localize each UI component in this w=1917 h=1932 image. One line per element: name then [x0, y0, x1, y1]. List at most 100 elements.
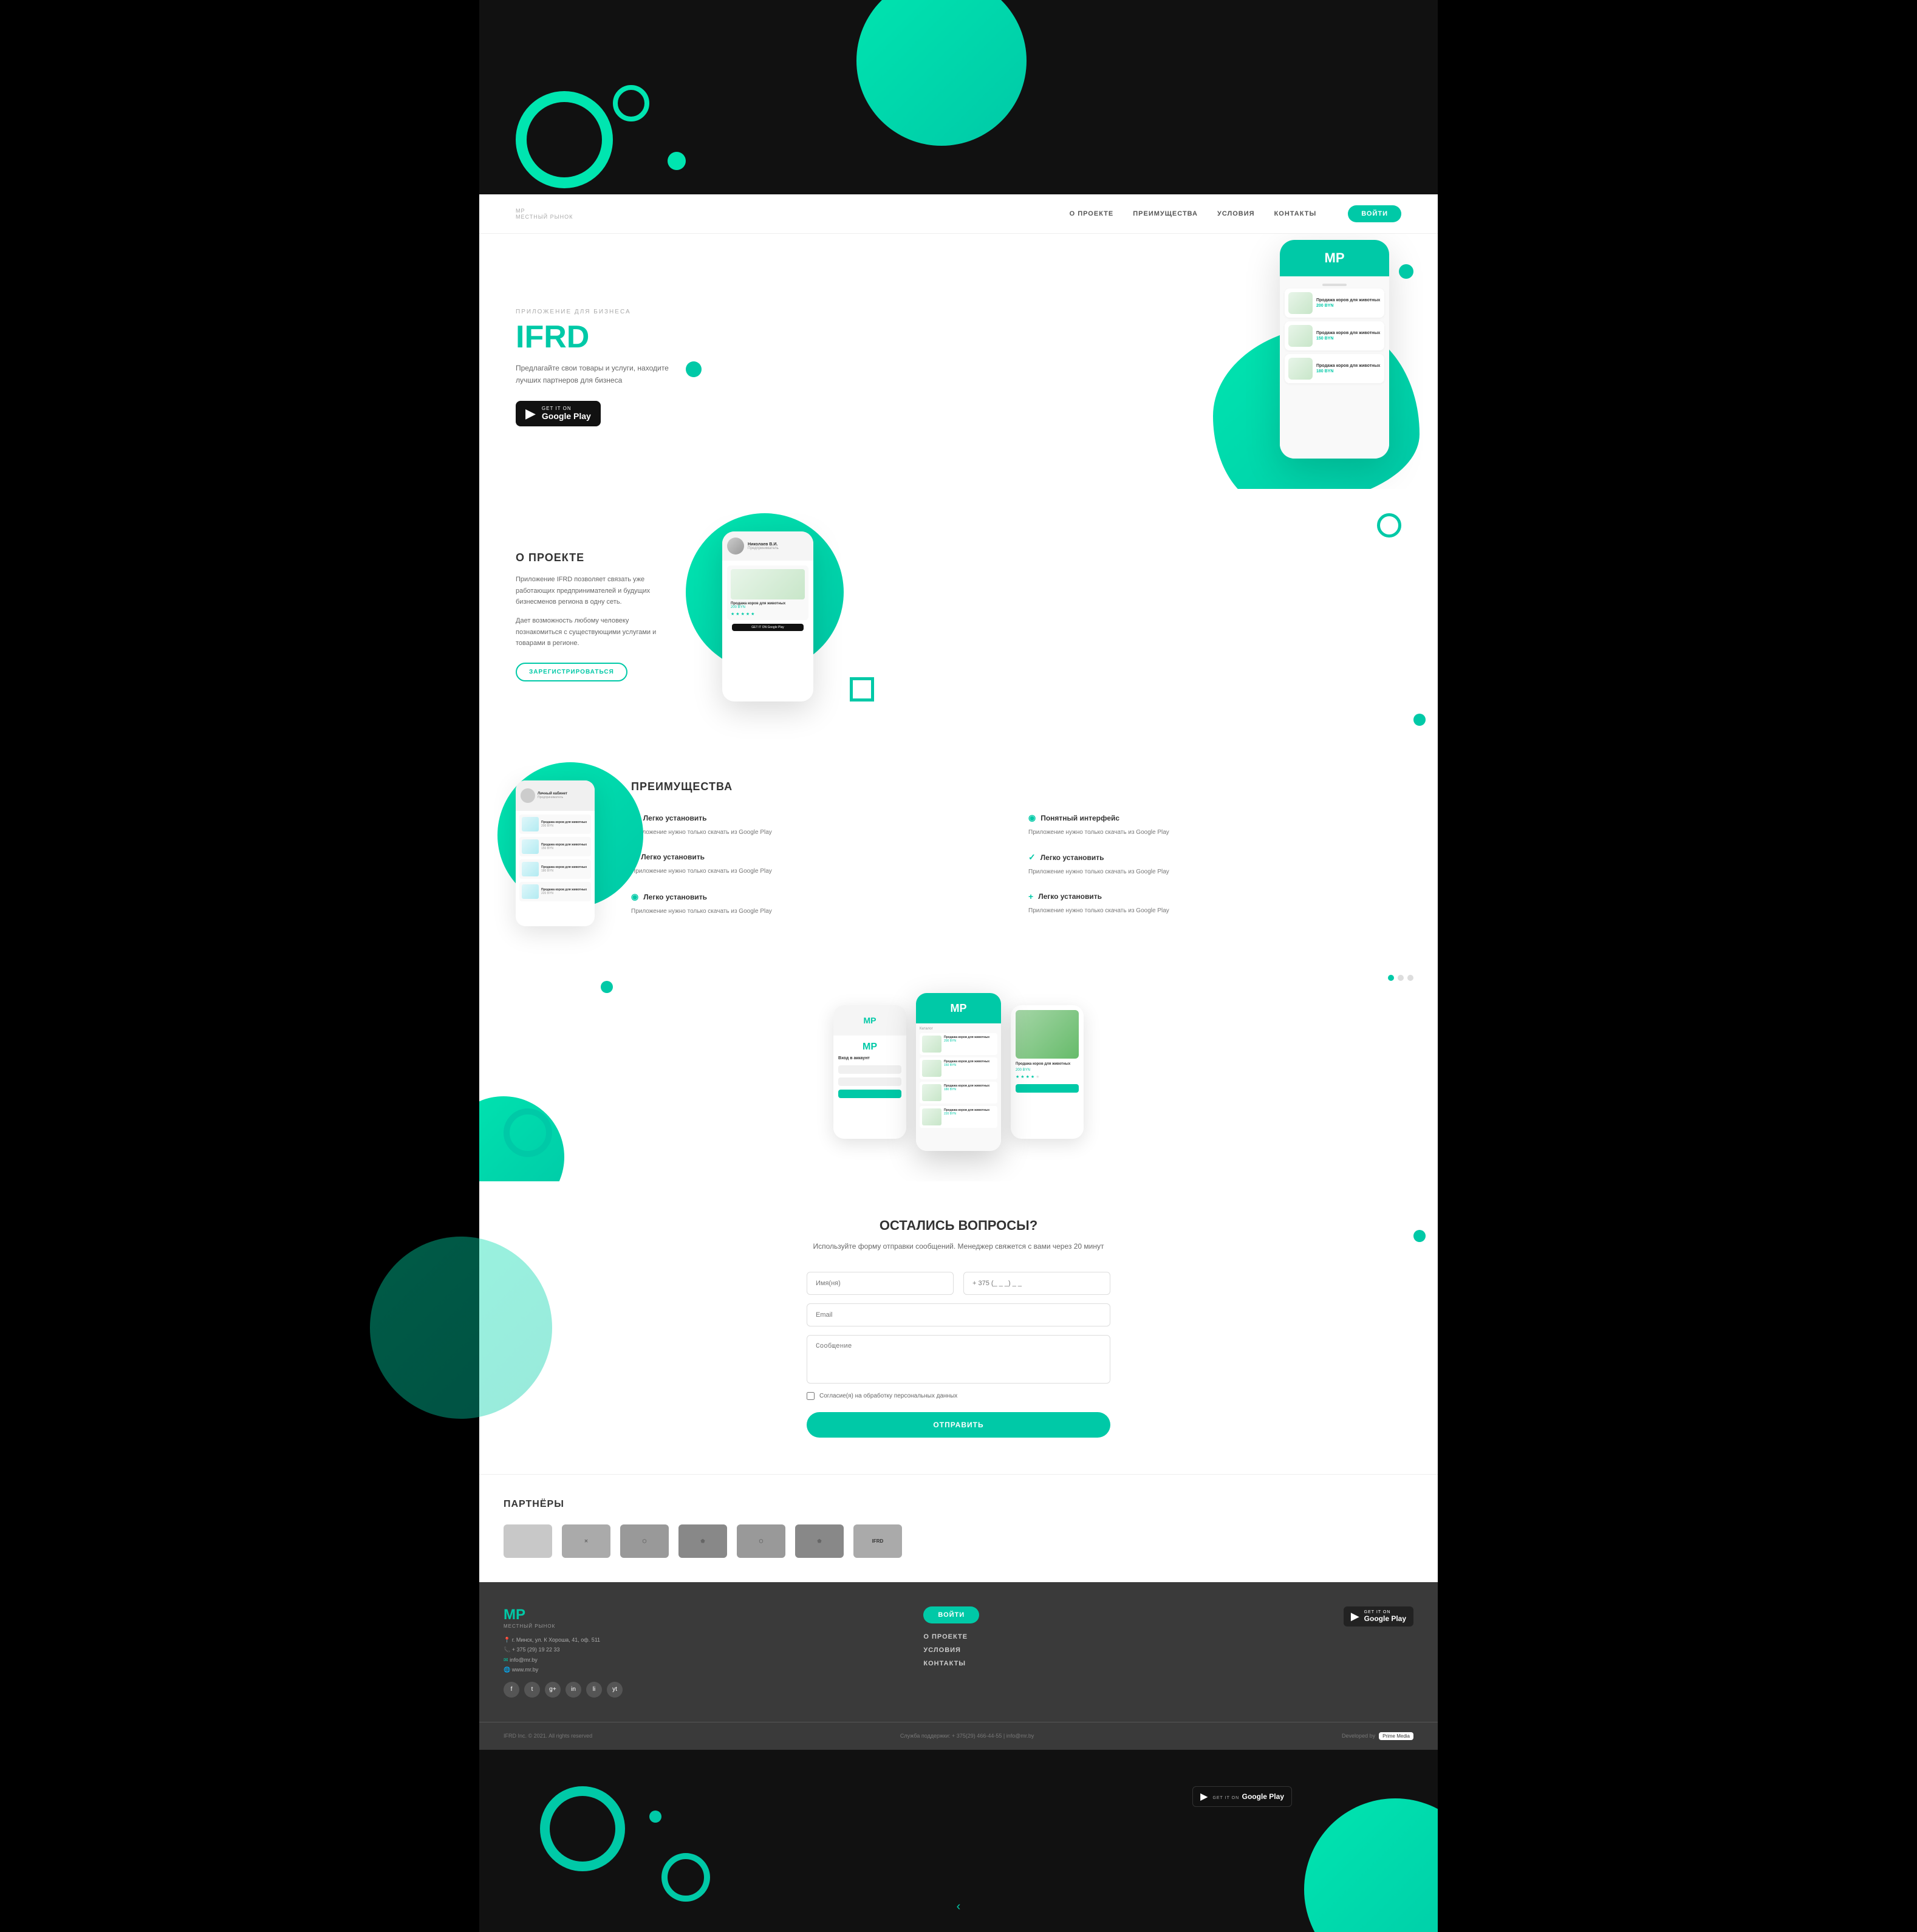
adv-item-text: Продажа коров для животных 150 BYN: [541, 843, 587, 850]
contact-section: ОСТАЛИСЬ ВОПРОСЫ? Используйте форму отпр…: [479, 1181, 1438, 1474]
offer-detail-price: 200 BYN: [1016, 1068, 1079, 1072]
twitter-icon[interactable]: t: [524, 1682, 540, 1698]
item-image: [1288, 358, 1313, 380]
phone-logo: МР: [1325, 250, 1345, 266]
nav-conditions[interactable]: УСЛОВИЯ: [1217, 210, 1255, 217]
footer-nav: ВОЙТИ О ПРОЕКТЕ УСЛОВИЯ КОНТАКТЫ: [923, 1606, 1325, 1673]
login-input-2[interactable]: [838, 1077, 901, 1086]
linkedin-icon[interactable]: li: [586, 1682, 602, 1698]
sp-header: МР: [916, 993, 1001, 1023]
db-big-circle: [1304, 1798, 1438, 1932]
adv-phone-body: Продажа коров для животных 200 BYN Прода…: [516, 811, 595, 908]
adv-item-desc: Приложение нужно только скачать из Googl…: [631, 907, 1004, 917]
small-dot: [668, 152, 686, 170]
partner-logo-1: [504, 1524, 552, 1558]
star: ★: [741, 612, 745, 616]
big-teal-circle: [856, 0, 1027, 146]
partner-logo-3: ⬡: [620, 1524, 669, 1558]
adv-item-desc: Приложение нужно только скачать из Googl…: [1028, 906, 1401, 916]
adv-item-2: ◉ Понятный интерфейс Приложение нужно то…: [1028, 813, 1401, 838]
name-input[interactable]: [807, 1272, 954, 1295]
hero-content: ПРИЛОЖЕНИЕ ДЛЯ БИЗНЕСА IFRD Предлагайте …: [516, 309, 686, 426]
login-phone-logo: МР: [864, 1015, 876, 1025]
google-play-button[interactable]: ▶ GET IT ON Google Play: [516, 401, 601, 426]
facebook-icon[interactable]: f: [504, 1682, 519, 1698]
item-title: Продажа коров для животных: [1316, 298, 1380, 302]
register-button[interactable]: ЗАРЕГИСТРИРОВАТЬСЯ: [516, 663, 627, 681]
star: ★: [746, 612, 750, 616]
dot-inactive: [1398, 975, 1404, 981]
footer-login-btn[interactable]: ВОЙТИ: [923, 1606, 979, 1623]
navbar: МР Местный рынок О ПРОЕКТЕ ПРЕИМУЩЕСТВА …: [479, 194, 1438, 234]
dot-inactive: [1407, 975, 1413, 981]
footer-nav-about[interactable]: О ПРОЕКТЕ: [923, 1633, 1325, 1640]
sp-item: Продажа коров для животных 200 BYN: [920, 1033, 997, 1055]
star-3: ★: [1026, 1074, 1030, 1079]
adv-item-desc: Приложение нужно только скачать из Googl…: [631, 867, 1004, 876]
offer-detail-title: Продажа коров для животных: [1016, 1062, 1079, 1066]
nav-advantages[interactable]: ПРЕИМУЩЕСТВА: [1133, 210, 1198, 217]
offer-stars: ★ ★ ★ ★ ★: [1016, 1074, 1079, 1079]
adv-item-text: Продажа коров для животных 180 BYN: [541, 865, 587, 873]
email-input[interactable]: [807, 1303, 1110, 1326]
footer-nav-contacts[interactable]: КОНТАКТЫ: [923, 1660, 1325, 1667]
about-heading: О ПРОЕКТЕ: [516, 551, 661, 564]
adv-item-title: ◉ Понятный интерфейс: [1028, 813, 1401, 823]
login-title: Вход в аккаунт: [838, 1056, 901, 1060]
dot-deco: [1413, 714, 1426, 726]
nav-about[interactable]: О ПРОЕКТЕ: [1070, 210, 1114, 217]
advantages-phone-wrapper: Личный кабинет Предприниматель Продажа к…: [516, 780, 595, 926]
footer-address: 📍 г. Минск, ул. К Хороша, 41, оф. 511 📞 …: [504, 1635, 905, 1674]
item-image: [1288, 325, 1313, 347]
star: ★: [736, 612, 739, 616]
phone-header: МР: [1280, 240, 1389, 276]
play-icon-footer: ▶: [1351, 1610, 1359, 1623]
about-section: О ПРОЕКТЕ Приложение IFRD позволяет связ…: [479, 489, 1438, 744]
logo-text: МР: [516, 208, 573, 214]
adv-item-6: + Легко установить Приложение нужно толь…: [1028, 892, 1401, 917]
nav-contacts[interactable]: КОНТАКТЫ: [1274, 210, 1317, 217]
google-plus-icon[interactable]: g+: [545, 1682, 561, 1698]
advantages-heading: ПРЕИМУЩЕСТВА: [631, 780, 1401, 793]
contact-dot: [1413, 1230, 1426, 1242]
login-button[interactable]: ВОЙТИ: [1348, 205, 1401, 222]
chevron-up-icon[interactable]: ‹: [957, 1900, 961, 1914]
ring-decoration: [850, 677, 874, 701]
adv-price: 200 BYN: [541, 824, 587, 828]
offer-phone: Продажа коров для животных 200 BYN ★ ★ ★…: [1011, 1005, 1084, 1139]
offer-contact-btn[interactable]: [1016, 1084, 1079, 1093]
dev-company: Prime Media: [1382, 1733, 1410, 1739]
globe-icon: 🌐: [504, 1667, 510, 1673]
consent-checkbox[interactable]: [807, 1392, 815, 1400]
email-icon: ✉: [504, 1657, 508, 1663]
ring-deco-1: [1377, 513, 1401, 538]
footer-google-play[interactable]: ▶ GET IT ON Google Play: [1344, 1606, 1413, 1626]
footer-nav-conditions[interactable]: УСЛОВИЯ: [923, 1647, 1325, 1654]
adv-phone: Личный кабинет Предприниматель Продажа к…: [516, 780, 595, 926]
plus-icon-2: +: [1028, 892, 1033, 901]
star-2: ★: [1020, 1074, 1024, 1079]
message-textarea[interactable]: [807, 1335, 1110, 1384]
youtube-icon[interactable]: yt: [607, 1682, 623, 1698]
login-input-1[interactable]: [838, 1065, 901, 1074]
login-btn[interactable]: [838, 1090, 901, 1098]
adv-phone-text: Личный кабинет Предприниматель: [538, 792, 567, 799]
adv-sub: Предприниматель: [538, 796, 567, 799]
phone-input[interactable]: [963, 1272, 1110, 1295]
submit-button[interactable]: ОТПРАВИТЬ: [807, 1412, 1110, 1438]
star: ★: [731, 612, 734, 616]
phone-item: Продажа коров для животных 180 BYN: [1285, 354, 1384, 383]
profile-sub: Предприниматель: [748, 547, 779, 550]
contact-bg-circle: [370, 1237, 552, 1419]
offer-big-image: [1016, 1010, 1079, 1059]
instagram-icon[interactable]: in: [566, 1682, 581, 1698]
about-para1: Приложение IFRD позволяет связать уже ра…: [516, 574, 661, 608]
website-line: 🌐 www.mr.by: [504, 1665, 905, 1674]
circle-icon: ◉: [631, 892, 638, 902]
adv-price: 150 BYN: [541, 847, 587, 850]
adv-item-1: ✓ Легко установить Приложение нужно толь…: [631, 813, 1004, 838]
item-price: 200 BYN: [1316, 304, 1380, 308]
form-row-3: [807, 1335, 1110, 1384]
hero-visual: МР Продажа коров для животных 200 BYN: [863, 234, 1438, 489]
footer-play-text: GET IT ON Google Play: [1364, 1610, 1406, 1623]
